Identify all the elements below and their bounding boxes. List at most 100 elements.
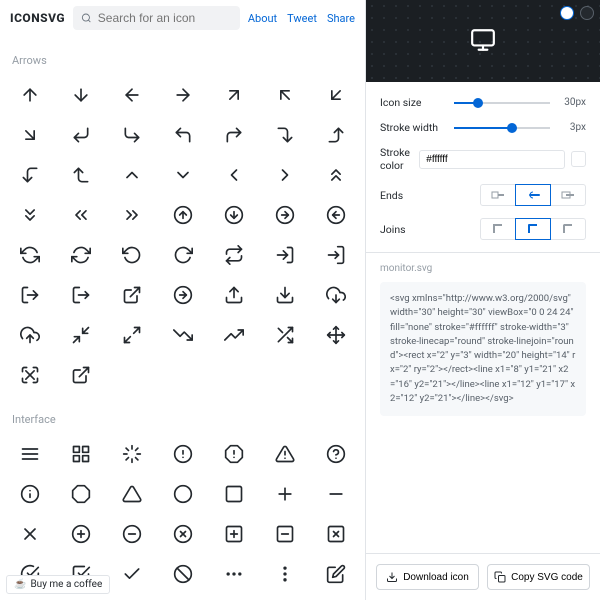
arrow-down-right-icon[interactable] [4, 115, 55, 155]
alert-circle-icon[interactable] [157, 434, 208, 474]
chevrons-up-icon[interactable] [310, 155, 361, 195]
shuffle-icon[interactable] [259, 315, 310, 355]
square-icon[interactable] [208, 474, 259, 514]
plus-square-icon[interactable] [208, 514, 259, 554]
check-icon[interactable] [106, 554, 157, 594]
repeat-icon[interactable] [208, 235, 259, 275]
arrow-right-icon[interactable] [157, 75, 208, 115]
more-vertical-icon[interactable] [259, 554, 310, 594]
corner-left-up-icon[interactable] [55, 155, 106, 195]
slash-icon[interactable] [157, 554, 208, 594]
size-slider[interactable] [454, 102, 550, 104]
section-arrows-title: Arrows [0, 36, 365, 75]
triangle-icon[interactable] [106, 474, 157, 514]
chevron-down-icon[interactable] [157, 155, 208, 195]
download-button[interactable]: Download icon [376, 564, 479, 590]
upload-cloud-icon[interactable] [4, 315, 55, 355]
x-square-icon[interactable] [310, 514, 361, 554]
plus-circle-icon[interactable] [55, 514, 106, 554]
arrow-down-left-icon[interactable] [310, 75, 361, 115]
arrow-left-circle-icon[interactable] [310, 195, 361, 235]
search-input[interactable] [98, 11, 232, 25]
about-link[interactable]: About [248, 12, 277, 25]
coffee-button[interactable]: ☕ Buy me a coffee [6, 575, 110, 594]
arrow-up-circle-icon[interactable] [157, 195, 208, 235]
menu-icon[interactable] [4, 434, 55, 474]
refresh-cw-icon[interactable] [55, 235, 106, 275]
external-link-icon[interactable] [55, 355, 106, 395]
join-round-button[interactable] [515, 218, 551, 240]
circle-icon[interactable] [157, 474, 208, 514]
minimize-icon[interactable] [55, 315, 106, 355]
copy-button[interactable]: Copy SVG code [487, 564, 590, 590]
corner-down-left-icon[interactable] [55, 115, 106, 155]
arrow-up-icon[interactable] [4, 75, 55, 115]
chevron-right-icon[interactable] [259, 155, 310, 195]
refresh-ccw-icon[interactable] [4, 235, 55, 275]
info-icon[interactable] [4, 474, 55, 514]
corner-right-down-icon[interactable] [259, 115, 310, 155]
grid-icon[interactable] [55, 434, 106, 474]
plus-icon[interactable] [259, 474, 310, 514]
alert-triangle-icon[interactable] [259, 434, 310, 474]
share-link[interactable]: Share [327, 12, 355, 25]
stroke-slider[interactable] [454, 127, 550, 129]
join-bevel-button[interactable] [550, 218, 586, 240]
minus-square-icon[interactable] [259, 514, 310, 554]
move-icon[interactable] [310, 315, 361, 355]
cap-round-button[interactable] [515, 184, 551, 206]
log-in-icon[interactable] [259, 235, 310, 275]
corner-down-right-icon[interactable] [106, 115, 157, 155]
corner-up-left-icon[interactable] [157, 115, 208, 155]
loader-icon[interactable] [106, 434, 157, 474]
rotate-cw-icon[interactable] [157, 235, 208, 275]
minus-circle-icon[interactable] [106, 514, 157, 554]
chevrons-right-icon[interactable] [106, 195, 157, 235]
trending-up-icon[interactable] [208, 315, 259, 355]
log-out-icon[interactable] [4, 275, 55, 315]
arrow-up-right-icon[interactable] [208, 75, 259, 115]
cap-square-button[interactable] [550, 184, 586, 206]
alert-octagon-icon[interactable] [208, 434, 259, 474]
edit-icon[interactable] [310, 554, 361, 594]
chevrons-left-icon[interactable] [55, 195, 106, 235]
maximize-icon[interactable] [106, 315, 157, 355]
arrow-down-icon[interactable] [55, 75, 106, 115]
download-cloud-icon[interactable] [310, 275, 361, 315]
rotate-ccw-icon[interactable] [106, 235, 157, 275]
join-miter-button[interactable] [480, 218, 516, 240]
search-box[interactable] [73, 6, 240, 30]
download-icon[interactable] [259, 275, 310, 315]
chevron-left-icon[interactable] [208, 155, 259, 195]
tweet-link[interactable]: Tweet [287, 12, 317, 25]
upload-icon[interactable] [208, 275, 259, 315]
maximize-2-icon[interactable] [4, 355, 55, 395]
cap-butt-button[interactable] [480, 184, 516, 206]
arrow-down-circle-icon[interactable] [208, 195, 259, 235]
trending-down-icon[interactable] [157, 315, 208, 355]
color-swatch[interactable] [571, 151, 586, 167]
corner-up-right-icon[interactable] [208, 115, 259, 155]
external-link-square-icon[interactable] [106, 275, 157, 315]
octagon-icon[interactable] [55, 474, 106, 514]
chevrons-down-icon[interactable] [4, 195, 55, 235]
arrow-right-circle-icon[interactable] [259, 195, 310, 235]
arrow-left-icon[interactable] [106, 75, 157, 115]
bg-dark-chip[interactable] [580, 6, 594, 20]
minus-icon[interactable] [310, 474, 361, 514]
x-circle-icon[interactable] [157, 514, 208, 554]
bg-light-chip[interactable] [560, 6, 574, 20]
color-input[interactable] [419, 150, 565, 169]
x-icon[interactable] [4, 514, 55, 554]
share-circle-icon[interactable] [157, 275, 208, 315]
corner-right-up-icon[interactable] [310, 115, 361, 155]
more-horizontal-icon[interactable] [208, 554, 259, 594]
controls: Icon size 30px Stroke width 3px Stroke c… [366, 82, 600, 253]
log-in-alt-icon[interactable] [310, 235, 361, 275]
corner-left-down-icon[interactable] [4, 155, 55, 195]
chevron-up-icon[interactable] [106, 155, 157, 195]
svg-code[interactable]: <svg xmlns="http://www.w3.org/2000/svg" … [380, 282, 586, 416]
help-circle-icon[interactable] [310, 434, 361, 474]
log-out-alt-icon[interactable] [55, 275, 106, 315]
arrow-up-left-icon[interactable] [259, 75, 310, 115]
